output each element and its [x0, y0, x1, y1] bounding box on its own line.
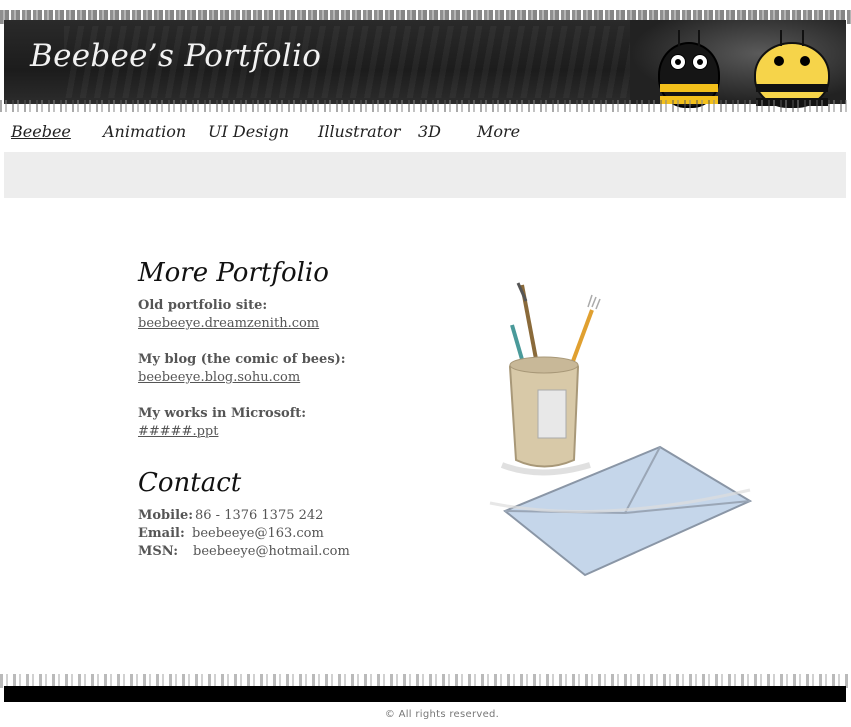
portfolio-heading: More Portfolio — [138, 258, 329, 288]
desk-illustration — [489, 282, 753, 577]
banner-strip — [4, 152, 846, 198]
yellow-bee-icon — [754, 30, 830, 108]
contact-heading: Contact — [138, 468, 242, 498]
msn-label: MSN: — [138, 544, 178, 559]
nav-item-3d[interactable]: 3D — [418, 122, 441, 141]
microsoft-works-link[interactable]: #####.ppt — [138, 424, 218, 439]
dark-bee-icon — [658, 30, 720, 108]
main-nav: Beebee Animation UI Design Illustrator 3… — [0, 118, 851, 148]
mobile-label: Mobile: — [138, 508, 194, 523]
email-value: beebeeye@163.com — [192, 526, 324, 541]
nav-item-animation[interactable]: Animation — [103, 122, 186, 141]
old-site-link[interactable]: beebeeye.dreamzenith.com — [138, 316, 319, 331]
bee-mascots — [630, 20, 846, 108]
microsoft-works-label: My works in Microsoft: — [138, 406, 307, 421]
nav-item-more[interactable]: More — [477, 122, 520, 141]
nav-item-beebee[interactable]: Beebee — [11, 122, 71, 141]
blog-link[interactable]: beebeeye.blog.sohu.com — [138, 370, 300, 385]
mobile-value: 86 - 1376 1375 242 — [195, 508, 324, 523]
header-brush-bottom — [0, 100, 851, 112]
email-label: Email: — [138, 526, 185, 541]
nav-item-ui-design[interactable]: UI Design — [208, 122, 289, 141]
msn-value: beebeeye@hotmail.com — [193, 544, 350, 559]
footer-bar — [4, 686, 846, 702]
copyright-text: © All rights reserved. — [384, 709, 500, 720]
nav-item-illustrator[interactable]: Illustrator — [318, 122, 400, 141]
site-title: Beebee’s Portfolio — [30, 38, 322, 74]
blog-label: My blog (the comic of bees): — [138, 352, 346, 367]
old-site-label: Old portfolio site: — [138, 298, 268, 313]
